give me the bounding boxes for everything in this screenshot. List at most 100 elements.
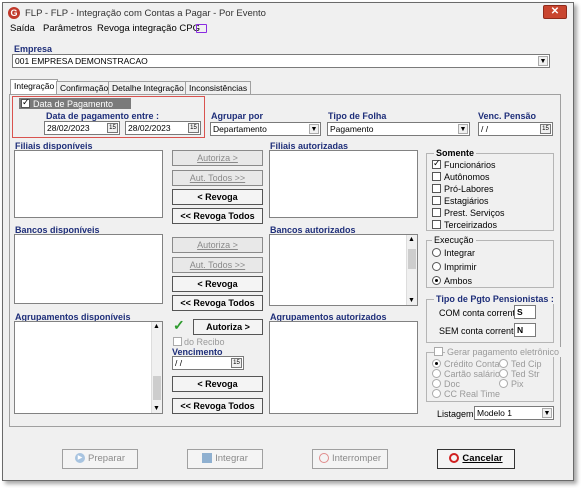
highlight-box xyxy=(12,96,205,138)
close-button[interactable]: ✕ xyxy=(543,5,567,19)
ambos-radio[interactable] xyxy=(432,276,441,285)
filiais-revoga-todos-button[interactable]: << Revoga Todos xyxy=(172,208,263,224)
do-recibo-checkbox[interactable] xyxy=(173,337,182,346)
bancos-scrollbar[interactable]: ▲ ▼ xyxy=(406,235,417,305)
bancos-revoga-todos-button[interactable]: << Revoga Todos xyxy=(172,295,263,311)
tab-inconsistencias[interactable]: Inconsistências xyxy=(185,81,252,95)
preparar-button[interactable]: ▶ Preparar xyxy=(62,449,138,469)
imprimir-radio[interactable] xyxy=(432,262,441,271)
estagiarios-label: Estagiários xyxy=(444,196,489,206)
filiais-autoriza-button[interactable]: Autoriza > xyxy=(172,150,263,166)
integrar-button[interactable]: Integrar xyxy=(187,449,263,469)
play-icon: ▶ xyxy=(75,453,86,464)
pensionistas-title: Tipo de Pgto Pensionistas : xyxy=(434,294,556,304)
terceirizados-checkbox[interactable] xyxy=(432,220,441,229)
calendar-icon[interactable]: 15 xyxy=(231,358,242,368)
agrupamentos-autoriza-button[interactable]: Autoriza > xyxy=(193,319,263,335)
chevron-down-icon[interactable]: ▼ xyxy=(542,408,552,418)
calendar-icon[interactable]: 15 xyxy=(540,124,551,134)
scroll-up-icon[interactable]: ▲ xyxy=(153,323,160,330)
scroll-up-icon[interactable]: ▲ xyxy=(408,236,415,243)
integrar-label: Integrar xyxy=(215,453,248,464)
filiais-aut-todos-button[interactable]: Aut. Todos >> xyxy=(172,170,263,186)
pix-radio[interactable] xyxy=(499,379,508,388)
gerar-eletronico-checkbox[interactable] xyxy=(434,347,443,356)
chevron-down-icon[interactable]: ▼ xyxy=(538,56,548,66)
bancos-disponiveis-list[interactable] xyxy=(14,234,163,304)
chevron-down-icon[interactable]: ▼ xyxy=(458,124,468,134)
doc-radio[interactable] xyxy=(432,379,441,388)
stop-icon xyxy=(318,453,329,464)
sem-conta-label: SEM conta corrente xyxy=(439,326,519,336)
venc-pensao-label: Venc. Pensão xyxy=(478,111,537,121)
sem-conta-field[interactable]: N xyxy=(514,323,536,337)
cc-real-time-radio[interactable] xyxy=(432,389,441,398)
venc-pensao-field[interactable]: / / 15 xyxy=(478,122,553,136)
cc-real-time-label: CC Real Time xyxy=(444,389,501,399)
do-recibo-label: do Recibo xyxy=(184,337,225,347)
empresa-label: Empresa xyxy=(14,44,53,54)
filiais-revoga-button[interactable]: < Revoga xyxy=(172,189,263,205)
estagiarios-checkbox[interactable] xyxy=(432,196,441,205)
listagem-select[interactable]: Modelo 1 ▼ xyxy=(474,406,554,420)
agrupar-value: Departamento xyxy=(213,124,267,134)
scroll-down-icon[interactable]: ▼ xyxy=(408,297,415,304)
tab-detalhe-integracao[interactable]: Detalhe Integração xyxy=(108,81,188,95)
filiais-disponiveis-list[interactable] xyxy=(14,150,163,218)
credito-conta-label: Crédito Conta xyxy=(444,359,500,369)
screen-icon[interactable] xyxy=(196,24,207,33)
empresa-select[interactable]: 001 EMPRESA DEMONSTRACAO ▼ xyxy=(12,54,550,68)
menu-revoga-integracao[interactable]: Revoga integração CPG xyxy=(97,23,200,34)
pro-labores-checkbox[interactable] xyxy=(432,184,441,193)
chevron-down-icon[interactable]: ▼ xyxy=(309,124,319,134)
bancos-autoriza-button[interactable]: Autoriza > xyxy=(172,237,263,253)
com-conta-label: COM conta corrente xyxy=(439,308,521,318)
menu-parametros[interactable]: Parâmetros xyxy=(43,23,92,34)
integrar-radio-label: Integrar xyxy=(444,248,476,258)
agrupamentos-scrollbar[interactable]: ▲ ▼ xyxy=(151,322,162,413)
vencimento-value: / / xyxy=(175,358,183,368)
cancelar-button[interactable]: Cancelar xyxy=(437,449,515,469)
bancos-autorizados-list[interactable]: ▲ ▼ xyxy=(269,234,418,306)
bancos-revoga-button[interactable]: < Revoga xyxy=(172,276,263,292)
app-logo-icon: G xyxy=(8,7,20,19)
tab-confirmacao[interactable]: Confirmação xyxy=(56,81,113,95)
pro-labores-label: Pró-Labores xyxy=(444,184,494,194)
listagem-label: Listagem xyxy=(437,409,474,419)
agrupamentos-revoga-todos-button[interactable]: << Revoga Todos xyxy=(172,398,263,414)
cancelar-label: Cancelar xyxy=(462,453,503,464)
ted-str-label: Ted Str xyxy=(511,369,540,379)
prest-servicos-checkbox[interactable] xyxy=(432,208,441,217)
menu-saida[interactable]: Saída xyxy=(10,23,35,34)
agrupamentos-disponiveis-list[interactable]: ▲ ▼ xyxy=(14,321,163,414)
agrupar-select[interactable]: Departamento ▼ xyxy=(210,122,321,136)
autonomos-label: Autônomos xyxy=(444,172,490,182)
agrupamentos-revoga-button[interactable]: < Revoga xyxy=(172,376,263,392)
com-conta-field[interactable]: S xyxy=(514,305,536,319)
integrar-radio[interactable] xyxy=(432,248,441,257)
window-title: FLP - FLP - Integração com Contas a Paga… xyxy=(25,8,266,19)
tipo-folha-label: Tipo de Folha xyxy=(328,111,387,121)
ted-str-radio[interactable] xyxy=(499,369,508,378)
funcionarios-checkbox[interactable] xyxy=(432,158,441,169)
interromper-button[interactable]: Interromper xyxy=(312,449,388,469)
bancos-aut-todos-button[interactable]: Aut. Todos >> xyxy=(172,257,263,273)
scroll-thumb[interactable] xyxy=(153,376,161,400)
title-bar: G FLP - FLP - Integração com Contas a Pa… xyxy=(3,3,573,23)
autonomos-checkbox[interactable] xyxy=(432,172,441,181)
tipo-folha-select[interactable]: Pagamento ▼ xyxy=(327,122,470,136)
credito-conta-radio[interactable] xyxy=(432,359,441,368)
preparar-label: Preparar xyxy=(88,453,125,464)
ambos-radio-label: Ambos xyxy=(444,276,473,286)
cartao-salario-radio[interactable] xyxy=(432,369,441,378)
interromper-label: Interromper xyxy=(331,453,382,464)
vencimento-field[interactable]: / / 15 xyxy=(172,356,244,370)
ted-cip-radio[interactable] xyxy=(499,359,508,368)
imprimir-radio-label: Imprimir xyxy=(444,262,477,272)
tab-integracao[interactable]: Integração xyxy=(10,79,59,95)
filiais-autorizadas-list[interactable] xyxy=(269,150,418,218)
scroll-thumb[interactable] xyxy=(408,249,416,269)
execucao-title: Execução xyxy=(432,235,476,245)
agrupamentos-autorizados-list[interactable] xyxy=(269,321,418,414)
scroll-down-icon[interactable]: ▼ xyxy=(153,405,160,412)
